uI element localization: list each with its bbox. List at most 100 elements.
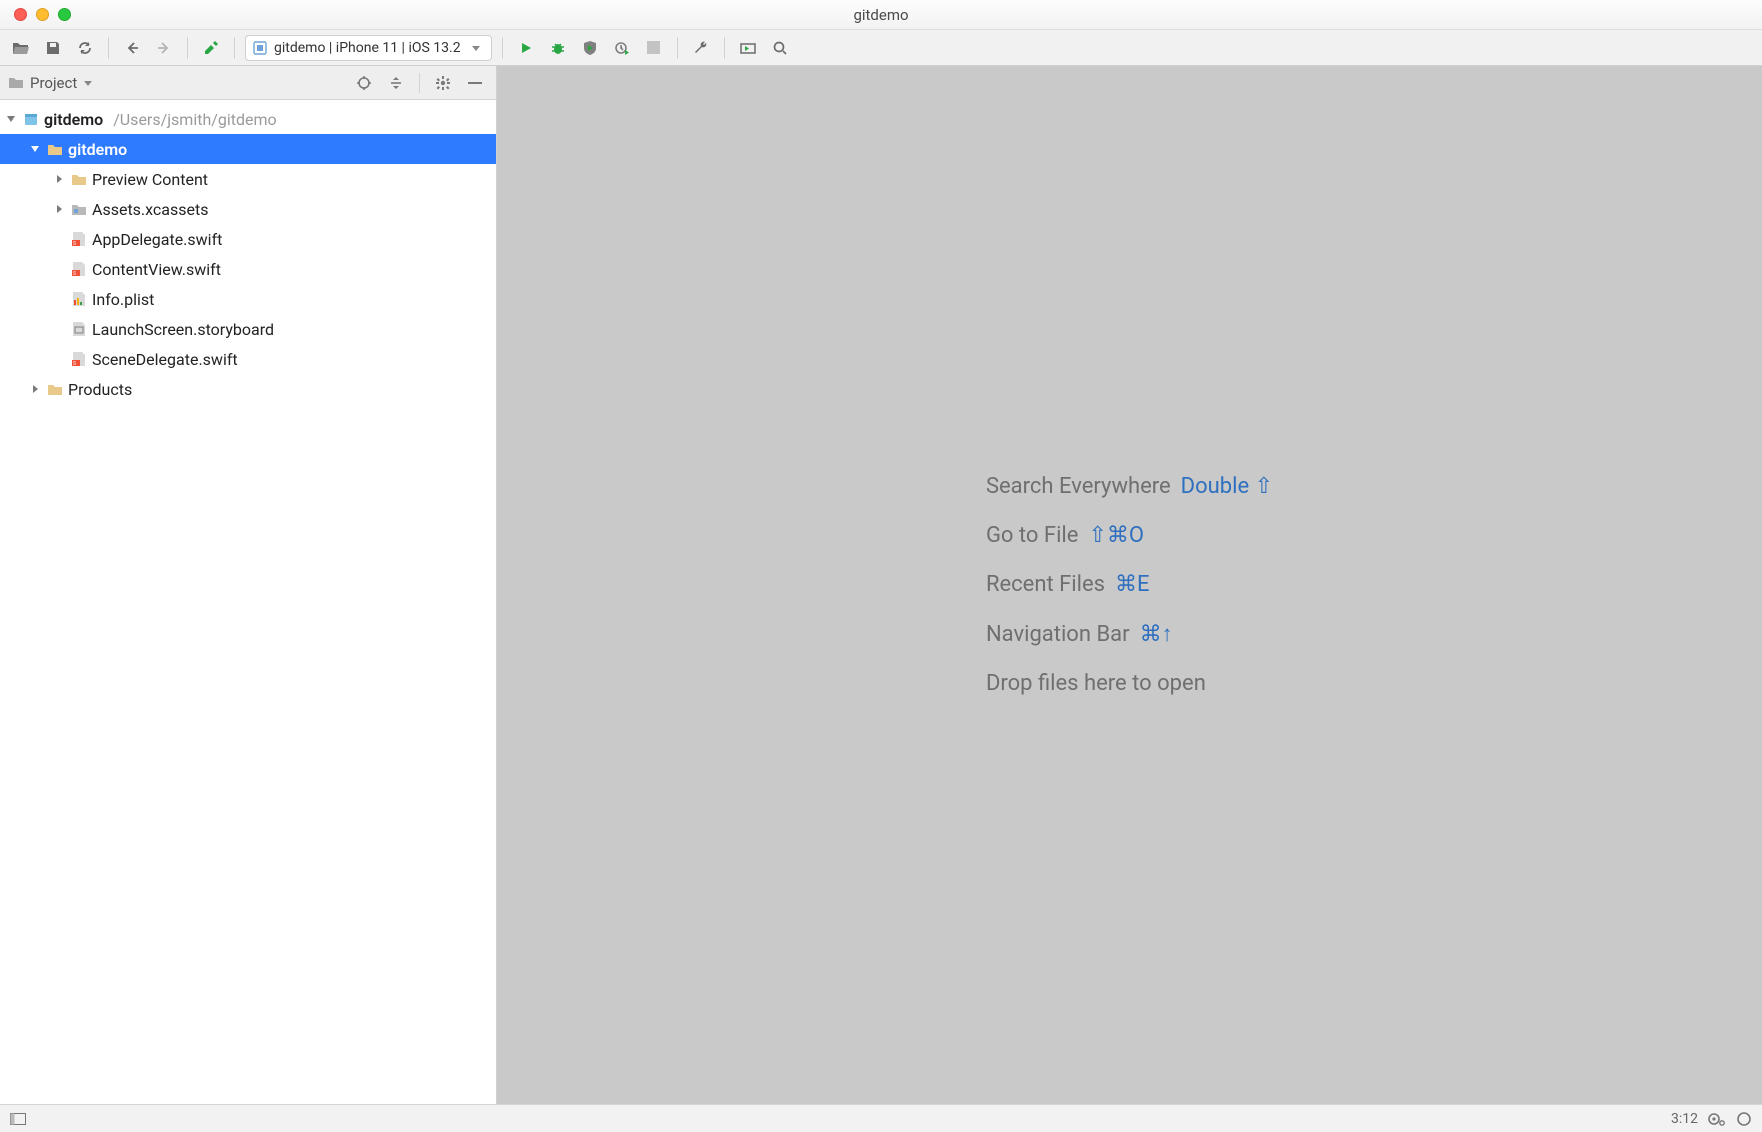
separator	[108, 37, 109, 59]
project-view-label: Project	[30, 74, 77, 92]
tip-gotofile-shortcut: ⇧⌘O	[1088, 523, 1144, 548]
expand-all-button[interactable]	[383, 70, 409, 96]
tree-item[interactable]: LaunchScreen.storyboard	[0, 314, 496, 344]
separator	[502, 37, 503, 59]
tree-item[interactable]: S AppDelegate.swift	[0, 224, 496, 254]
products-row[interactable]: Products	[0, 374, 496, 404]
window-minimize-button[interactable]	[36, 8, 49, 21]
tree-item[interactable]: Preview Content	[0, 164, 496, 194]
content-area: Project gitdem	[0, 66, 1762, 1104]
tree-item-label: Assets.xcassets	[92, 200, 209, 219]
tip-recent-shortcut: ⌘E	[1115, 572, 1150, 597]
locate-file-button[interactable]	[351, 70, 377, 96]
window-close-button[interactable]	[14, 8, 27, 21]
editor-tips: Search Everywhere Double ⇧ Go to File ⇧⌘…	[986, 474, 1273, 696]
folder-icon	[8, 76, 24, 90]
save-all-button[interactable]	[40, 35, 66, 61]
profile-button[interactable]	[609, 35, 635, 61]
disclosure-triangle-closed-icon[interactable]	[28, 384, 42, 394]
module-name: gitdemo	[68, 140, 127, 159]
stop-button[interactable]	[641, 35, 667, 61]
arrow-right-icon	[156, 40, 172, 56]
folder-icon	[70, 173, 88, 186]
tool-window-quick-access-button[interactable]	[10, 1113, 26, 1125]
nav-back-button[interactable]	[119, 35, 145, 61]
separator	[234, 37, 235, 59]
tree-item-label: LaunchScreen.storyboard	[92, 320, 274, 339]
swift-file-icon: S	[70, 261, 88, 277]
module-row[interactable]: gitdemo	[0, 134, 496, 164]
folder-open-icon	[12, 40, 30, 56]
layout-icon	[10, 1113, 26, 1125]
products-label: Products	[68, 380, 132, 399]
project-root-row[interactable]: gitdemo /Users/jsmith/gitdemo	[0, 104, 496, 134]
folder-icon	[46, 383, 64, 396]
run-coverage-button[interactable]	[577, 35, 603, 61]
hammer-icon	[202, 39, 220, 57]
hide-panel-button[interactable]	[462, 70, 488, 96]
chevron-down-icon	[83, 78, 93, 88]
disclosure-triangle-open-icon[interactable]	[28, 144, 42, 154]
target-icon	[252, 40, 268, 56]
window-titlebar: gitdemo	[0, 0, 1762, 30]
tree-item[interactable]: S SceneDelegate.swift	[0, 344, 496, 374]
nav-forward-button[interactable]	[151, 35, 177, 61]
search-icon	[772, 40, 788, 56]
main-toolbar: gitdemo | iPhone 11 | iOS 13.2	[0, 30, 1762, 66]
editor-empty-state[interactable]: Search Everywhere Double ⇧ Go to File ⇧⌘…	[497, 66, 1762, 1104]
separator	[419, 73, 420, 93]
sync-button[interactable]	[72, 35, 98, 61]
disclosure-triangle-closed-icon[interactable]	[52, 204, 66, 214]
disclosure-triangle-open-icon[interactable]	[4, 114, 18, 124]
swift-file-icon: S	[70, 351, 88, 367]
minimize-icon	[468, 76, 482, 90]
git-branch-button[interactable]	[735, 35, 761, 61]
folder-icon	[46, 143, 64, 156]
processes-icon	[1708, 1111, 1726, 1127]
tip-search-shortcut: Double ⇧	[1181, 474, 1273, 499]
run-config-selector[interactable]: gitdemo | iPhone 11 | iOS 13.2	[245, 35, 492, 61]
project-tool-window: Project gitdem	[0, 66, 497, 1104]
window-maximize-button[interactable]	[58, 8, 71, 21]
window-controls	[0, 8, 71, 21]
tip-drop-label: Drop files here to open	[986, 671, 1206, 696]
arrow-left-icon	[124, 40, 140, 56]
clock-run-icon	[614, 40, 630, 56]
project-root-path: /Users/jsmith/gitdemo	[113, 110, 276, 129]
tree-item-label: Preview Content	[92, 170, 208, 189]
wrench-icon	[693, 40, 709, 56]
project-view-selector[interactable]: Project	[8, 74, 93, 92]
assets-icon	[70, 203, 88, 216]
run-button[interactable]	[513, 35, 539, 61]
open-button[interactable]	[8, 35, 34, 61]
panel-settings-button[interactable]	[430, 70, 456, 96]
settings-button[interactable]	[688, 35, 714, 61]
debug-button[interactable]	[545, 35, 571, 61]
tree-item[interactable]: S ContentView.swift	[0, 254, 496, 284]
tree-item[interactable]: Info.plist	[0, 284, 496, 314]
tree-item[interactable]: Assets.xcassets	[0, 194, 496, 224]
memory-indicator-button[interactable]	[1736, 1111, 1752, 1127]
disclosure-triangle-closed-icon[interactable]	[52, 174, 66, 184]
tree-item-label: SceneDelegate.swift	[92, 350, 238, 369]
target-icon	[356, 75, 372, 91]
refresh-icon	[77, 40, 93, 56]
svg-text:S: S	[73, 271, 76, 277]
tip-navbar-shortcut: ⌘↑	[1140, 621, 1173, 647]
run-config-label: gitdemo | iPhone 11 | iOS 13.2	[274, 40, 461, 56]
svg-text:S: S	[73, 241, 76, 247]
tip-gotofile-label: Go to File	[986, 523, 1079, 548]
gear-icon	[435, 75, 451, 91]
expand-icon	[388, 75, 404, 91]
separator	[677, 37, 678, 59]
build-button[interactable]	[198, 35, 224, 61]
shield-run-icon	[582, 40, 598, 56]
vcs-icon	[739, 41, 757, 55]
swift-file-icon: S	[70, 231, 88, 247]
tip-navbar-label: Navigation Bar	[986, 622, 1130, 647]
project-tree[interactable]: gitdemo /Users/jsmith/gitdemo gitdemo Pr…	[0, 100, 496, 1104]
stop-icon	[647, 41, 660, 54]
cursor-position[interactable]: 3:12	[1671, 1111, 1698, 1127]
background-tasks-button[interactable]	[1708, 1111, 1726, 1127]
search-everywhere-button[interactable]	[767, 35, 793, 61]
